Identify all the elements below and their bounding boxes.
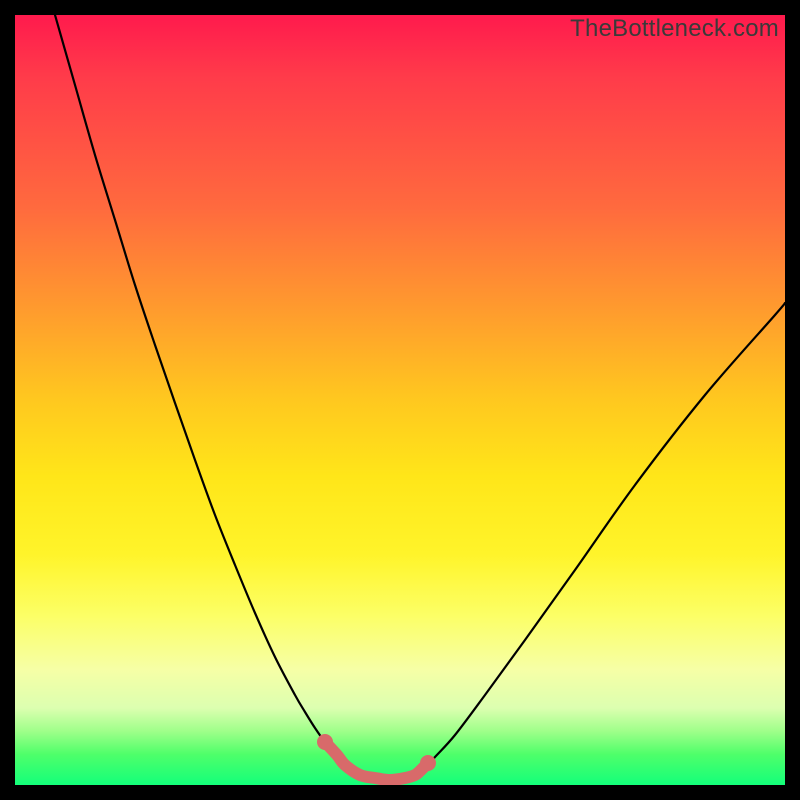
marker-endpoint-dot <box>420 755 436 771</box>
bottleneck-curve <box>55 15 785 780</box>
curve-layer <box>15 15 785 785</box>
plot-area: TheBottleneck.com <box>15 15 785 785</box>
flat-bottom-marker <box>325 742 428 780</box>
marker-endpoint-dot <box>317 734 333 750</box>
chart-frame: TheBottleneck.com <box>0 0 800 800</box>
